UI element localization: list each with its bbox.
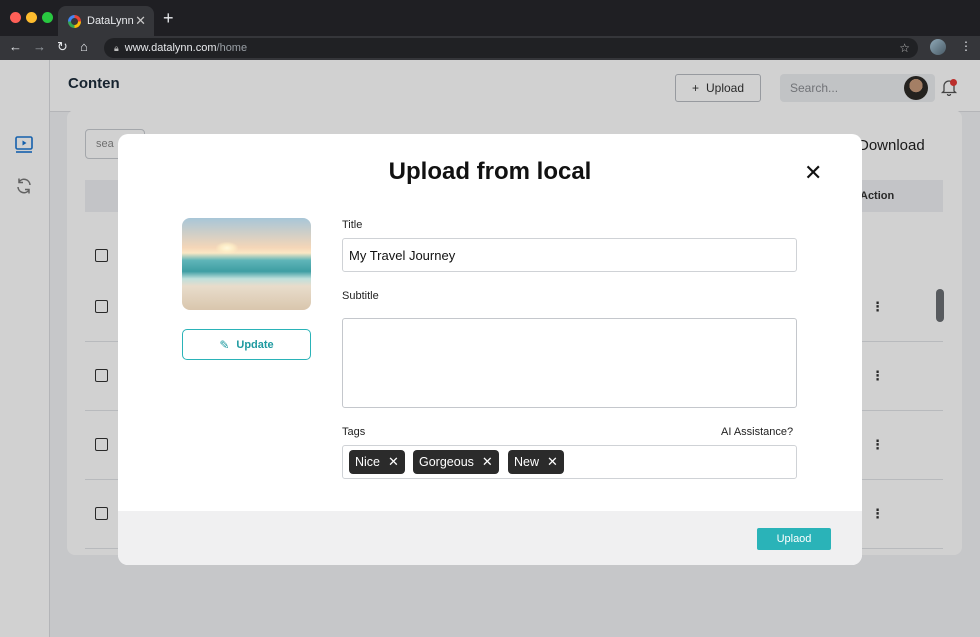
tags-input[interactable]: Nice ✕ Gorgeous ✕ New ✕ bbox=[342, 445, 797, 479]
ai-assistance-link[interactable]: AI Assistance? bbox=[721, 426, 793, 438]
lock-icon: 🔒︎ bbox=[114, 42, 119, 53]
modal-footer bbox=[118, 511, 862, 565]
window-minimize-dot[interactable] bbox=[26, 12, 37, 23]
home-icon[interactable]: ⌂ bbox=[80, 39, 88, 54]
close-icon[interactable]: ✕ bbox=[547, 454, 558, 470]
bookmark-star-icon[interactable]: ☆ bbox=[899, 41, 910, 55]
browser-tab-title: DataLynn bbox=[87, 15, 134, 27]
tags-label: Tags bbox=[342, 426, 366, 438]
title-field[interactable]: My Travel Journey bbox=[342, 238, 797, 272]
address-bar-row: ← → ↻ ⌂ 🔒︎ www.datalynn.com/home ☆ ⋮ bbox=[0, 36, 980, 60]
title-label: Title bbox=[342, 219, 363, 231]
sun-glow bbox=[216, 242, 238, 254]
google-favicon-icon bbox=[68, 14, 81, 28]
url-host: www.datalynn.com bbox=[124, 42, 217, 54]
tab-close-icon[interactable]: ✕ bbox=[135, 13, 146, 29]
browser-menu-icon[interactable]: ⋮ bbox=[960, 39, 972, 53]
back-arrow-icon[interactable]: ← bbox=[9, 39, 22, 54]
upload-modal: Upload from local ✕ ✎ Update Title My Tr… bbox=[118, 134, 862, 565]
close-icon[interactable]: ✕ bbox=[388, 454, 399, 470]
reload-icon[interactable]: ↻ bbox=[57, 39, 68, 55]
subtitle-field[interactable] bbox=[342, 318, 797, 408]
upload-button[interactable]: Uplaod bbox=[757, 528, 831, 550]
close-icon[interactable]: ✕ bbox=[804, 162, 822, 184]
pencil-icon: ✎ bbox=[219, 337, 230, 352]
browser-tab[interactable]: DataLynn ✕ bbox=[58, 6, 154, 36]
tag-label: Gorgeous bbox=[419, 455, 474, 469]
tag-chip: New ✕ bbox=[508, 450, 564, 474]
tag-label: Nice bbox=[355, 455, 381, 469]
tag-chip: Gorgeous ✕ bbox=[413, 450, 499, 474]
modal-title: Upload from local bbox=[388, 158, 592, 185]
browser-tab-bar: DataLynn ✕ + bbox=[0, 0, 980, 36]
url-path: /home bbox=[216, 42, 248, 54]
window-close-dot[interactable] bbox=[10, 12, 21, 23]
update-label: Update bbox=[236, 338, 274, 351]
thumbnail-image bbox=[182, 218, 311, 310]
tag-chip: Nice ✕ bbox=[349, 450, 405, 474]
close-icon[interactable]: ✕ bbox=[482, 454, 493, 470]
new-tab-button[interactable]: + bbox=[163, 8, 174, 29]
update-thumbnail-button[interactable]: ✎ Update bbox=[182, 329, 311, 360]
forward-arrow-icon[interactable]: → bbox=[33, 39, 46, 54]
tag-label: New bbox=[514, 455, 540, 469]
window-maximize-dot[interactable] bbox=[42, 12, 53, 23]
subtitle-label: Subtitle bbox=[342, 290, 379, 302]
browser-profile-avatar[interactable] bbox=[930, 39, 946, 55]
url-field[interactable]: 🔒︎ www.datalynn.com/home ☆ bbox=[104, 38, 918, 58]
